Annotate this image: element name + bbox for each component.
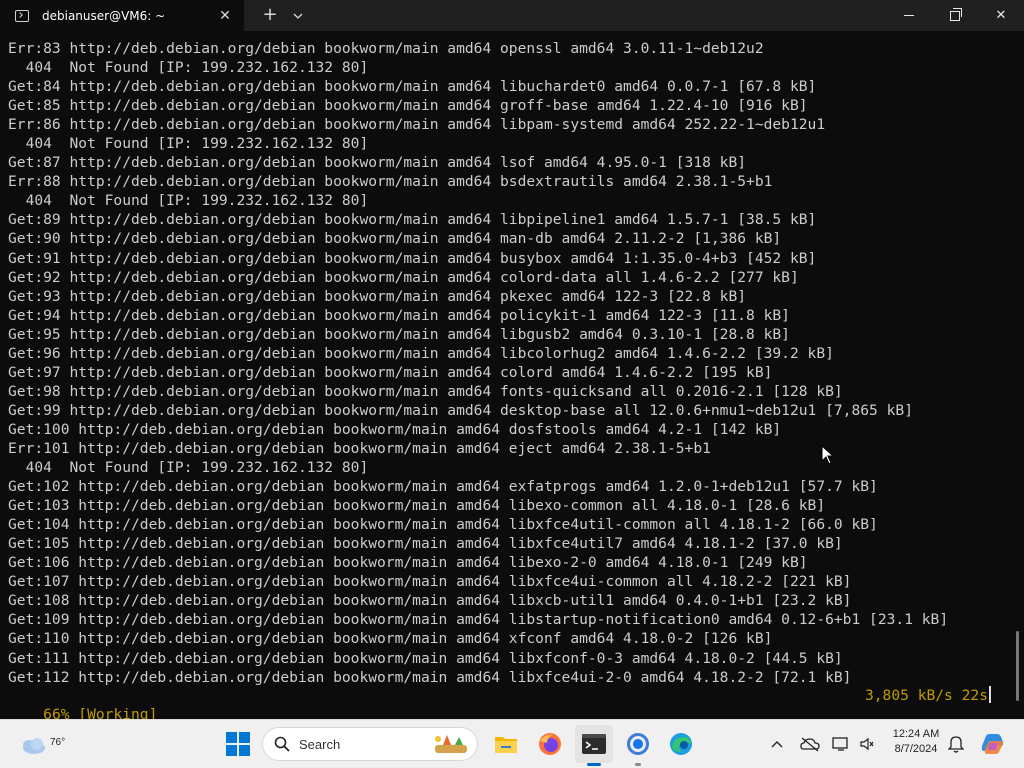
terminal-line: Get:95 http://deb.debian.org/debian book… [8, 325, 790, 343]
tab-title: debianuser@VM6: ~ [42, 8, 166, 23]
terminal-line: 404 Not Found [IP: 199.232.162.132 80] [8, 59, 369, 77]
terminal-line: Get:87 http://deb.debian.org/debian book… [8, 154, 747, 172]
title-bar: debianuser@VM6: ~ ✕ + ✕ [0, 0, 1024, 31]
terminal-taskbar-button[interactable] [575, 725, 613, 763]
terminal-line: Get:104 http://deb.debian.org/debian boo… [8, 516, 878, 534]
terminal-line: Get:108 http://deb.debian.org/debian boo… [8, 592, 852, 610]
maximize-button[interactable] [932, 0, 978, 31]
taskbar-search-box[interactable]: Search [262, 727, 478, 761]
terminal-line: Get:97 http://deb.debian.org/debian book… [8, 363, 773, 381]
apt-progress-status: 66% [Working] [43, 706, 158, 719]
terminal-line: Get:98 http://deb.debian.org/debian book… [8, 382, 843, 400]
terminal-line: 404 Not Found [IP: 199.232.162.132 80] [8, 135, 369, 153]
chevron-down-icon [293, 13, 303, 19]
terminal-line: Get:102 http://deb.debian.org/debian boo… [8, 478, 878, 496]
display-icon[interactable] [832, 736, 850, 752]
terminal-icon [582, 734, 606, 754]
minimize-button[interactable] [886, 0, 932, 31]
terminal-line: Get:93 http://deb.debian.org/debian book… [8, 287, 747, 305]
terminal-line: Err:83 http://deb.debian.org/debian book… [8, 40, 764, 57]
terminal-line: Get:107 http://deb.debian.org/debian boo… [8, 573, 852, 591]
clock[interactable]: 12:24 AM 8/7/2024 [881, 727, 951, 757]
terminal-line: Get:85 http://deb.debian.org/debian book… [8, 97, 808, 115]
edge-icon[interactable] [668, 731, 694, 757]
mouse-pointer-icon [821, 445, 835, 465]
terminal-line: Get:112 http://deb.debian.org/debian boo… [8, 668, 852, 686]
apt-download-rate: 3,805 kB/s 22s [865, 686, 991, 705]
minimize-icon [904, 15, 914, 16]
window-controls: ✕ [886, 0, 1024, 31]
restore-icon [950, 7, 962, 21]
terminal-line: Get:84 http://deb.debian.org/debian book… [8, 78, 817, 96]
terminal-line: 404 Not Found [IP: 199.232.162.132 80] [8, 459, 369, 477]
terminal-line: Get:89 http://deb.debian.org/debian book… [8, 211, 817, 229]
search-highlight-icon [435, 735, 467, 753]
text-cursor [989, 686, 991, 703]
terminal-line: Get:90 http://deb.debian.org/debian book… [8, 230, 782, 248]
terminal-line: Get:92 http://deb.debian.org/debian book… [8, 268, 799, 286]
copilot-icon[interactable] [979, 731, 1005, 757]
clock-time: 12:24 AM [892, 728, 940, 740]
terminal-lines: Err:83 http://deb.debian.org/debian book… [8, 39, 948, 687]
volume-muted-icon[interactable] [860, 737, 874, 751]
terminal-tab[interactable]: debianuser@VM6: ~ ✕ [0, 0, 244, 31]
clock-date: 8/7/2024 [894, 743, 938, 755]
terminal-line: 404 Not Found [IP: 199.232.162.132 80] [8, 192, 369, 210]
terminal-line: Err:101 http://deb.debian.org/debian boo… [8, 439, 711, 457]
terminal-line: Err:88 http://deb.debian.org/debian book… [8, 173, 773, 191]
terminal-line: Get:96 http://deb.debian.org/debian book… [8, 344, 834, 362]
apt-progress-line: 66% [Working] 3,805 kB/s 22s [8, 686, 993, 719]
terminal-line: Get:111 http://deb.debian.org/debian boo… [8, 649, 843, 667]
chrome-icon[interactable] [625, 731, 651, 757]
close-window-button[interactable]: ✕ [978, 0, 1024, 31]
firefox-icon[interactable] [537, 731, 563, 757]
search-placeholder: Search [299, 737, 341, 752]
terminal-line: Err:86 http://deb.debian.org/debian book… [8, 116, 826, 134]
weather-temperature: 76° [50, 737, 66, 748]
apt-download-rate-text: 3,805 kB/s 22s [864, 687, 988, 704]
weather-icon [23, 738, 45, 754]
search-icon [274, 736, 290, 752]
terminal-line: Get:91 http://deb.debian.org/debian book… [8, 249, 817, 267]
notification-icon[interactable] [948, 735, 964, 753]
terminal-output[interactable]: Err:83 http://deb.debian.org/debian book… [0, 31, 1024, 719]
taskbar: 76° Search 12:24 AM 8/7/2024 [0, 719, 1024, 768]
terminal-line: Get:103 http://deb.debian.org/debian boo… [8, 497, 826, 515]
chrome-running-indicator [635, 763, 641, 766]
terminal-tab-icon [15, 9, 29, 22]
tab-dropdown-button[interactable] [284, 0, 312, 31]
file-explorer-icon[interactable] [493, 731, 519, 757]
start-icon[interactable] [225, 731, 251, 757]
terminal-scrollbar[interactable] [1016, 631, 1019, 701]
onedrive-icon[interactable] [800, 736, 820, 752]
terminal-line: Get:99 http://deb.debian.org/debian book… [8, 401, 913, 419]
terminal-line: Get:94 http://deb.debian.org/debian book… [8, 306, 790, 324]
new-tab-button[interactable]: + [256, 0, 284, 31]
weather-widget[interactable]: 76° [18, 729, 65, 759]
terminal-line: Get:110 http://deb.debian.org/debian boo… [8, 630, 773, 648]
terminal-line: Get:109 http://deb.debian.org/debian boo… [8, 611, 949, 629]
terminal-active-indicator [587, 763, 601, 766]
terminal-line: Get:105 http://deb.debian.org/debian boo… [8, 535, 843, 553]
terminal-line: Get:100 http://deb.debian.org/debian boo… [8, 420, 782, 438]
terminal-line: Get:106 http://deb.debian.org/debian boo… [8, 554, 808, 572]
chevron-up-icon[interactable] [771, 740, 783, 748]
tab-close-button[interactable]: ✕ [214, 5, 236, 27]
